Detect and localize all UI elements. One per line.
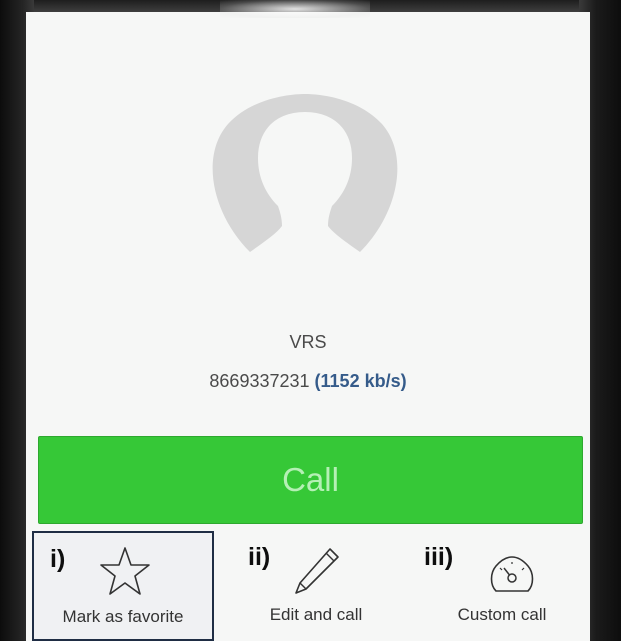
contact-number-line: 8669337231 (1152 kb/s) bbox=[26, 371, 590, 392]
touch-screen: VRS 8669337231 (1152 kb/s) Call i) Mark … bbox=[26, 12, 590, 641]
edit-and-call-button[interactable]: ii) Edit and call bbox=[226, 531, 406, 641]
screen-glare bbox=[220, 0, 370, 18]
custom-call-button[interactable]: iii) Custom call bbox=[416, 531, 588, 641]
action-marker: iii) bbox=[424, 543, 454, 571]
bitrate-label: (1152 kb/s) bbox=[314, 371, 407, 391]
action-label: Custom call bbox=[457, 605, 547, 624]
avatar-placeholder-icon bbox=[212, 94, 398, 252]
pencil-icon bbox=[295, 548, 339, 594]
action-marker: ii) bbox=[248, 543, 271, 571]
action-label: Edit and call bbox=[269, 605, 363, 624]
action-marker: i) bbox=[50, 545, 66, 573]
action-label: Mark as favorite bbox=[62, 607, 184, 626]
contact-name: VRS bbox=[289, 332, 327, 352]
call-button-label: Call bbox=[282, 461, 339, 498]
star-icon bbox=[100, 547, 150, 595]
mark-as-favorite-button[interactable]: i) Mark as favorite bbox=[32, 531, 214, 641]
gauge-icon bbox=[490, 556, 534, 592]
contact-number: 8669337231 bbox=[209, 371, 310, 391]
call-button[interactable]: Call bbox=[38, 436, 583, 524]
